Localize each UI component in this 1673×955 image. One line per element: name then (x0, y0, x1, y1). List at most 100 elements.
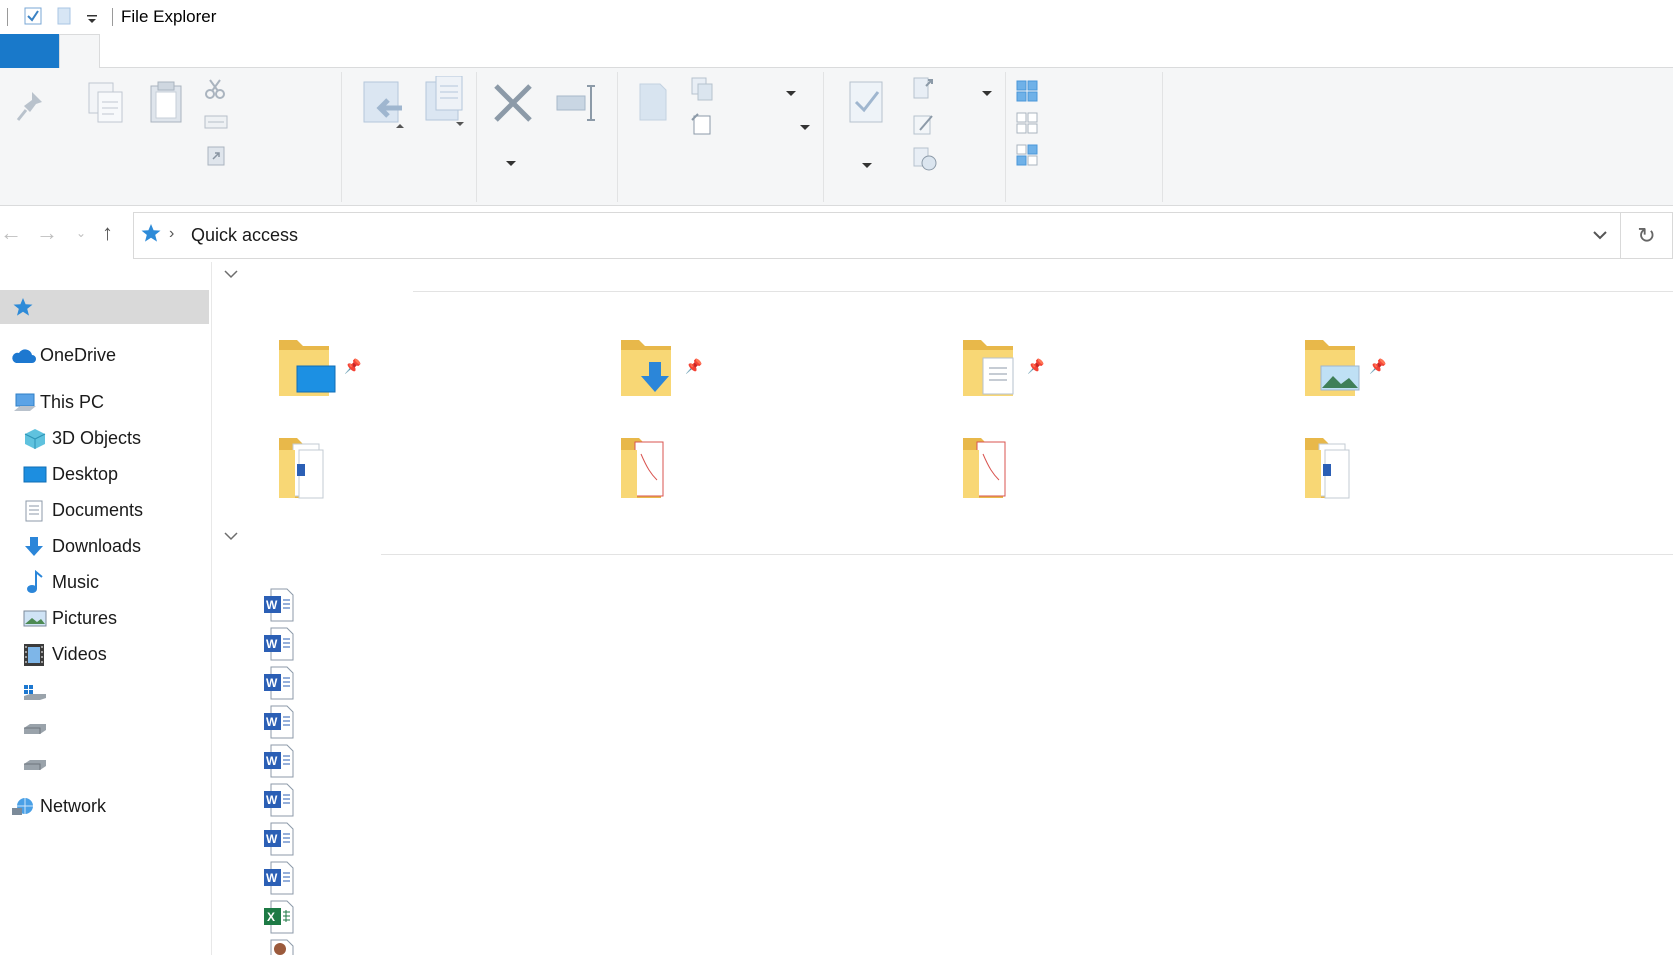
network-icon (11, 796, 35, 823)
folder-tile[interactable] (959, 434, 1039, 514)
svg-text:W: W (266, 598, 278, 612)
recent-locations-chevron-icon[interactable]: ⌄ (76, 226, 86, 240)
list-item[interactable]: W (263, 822, 303, 856)
sidebar-item-network[interactable]: Network (0, 790, 209, 824)
select-all-icon[interactable] (1016, 80, 1038, 107)
up-arrow-icon[interactable]: ↑ (102, 220, 113, 246)
ribbon-separator (617, 72, 618, 202)
svg-text:W: W (266, 715, 278, 729)
folder-tile[interactable] (275, 434, 355, 514)
address-bar[interactable]: › Quick access (133, 212, 1621, 259)
sidebar-item-music[interactable]: Music (0, 566, 209, 600)
folder-tile[interactable] (617, 434, 697, 514)
pin-to-quick-access-icon[interactable] (14, 88, 46, 129)
copy-path-icon[interactable] (204, 114, 228, 135)
sidebar-item-downloads[interactable]: Downloads (0, 530, 209, 564)
delete-icon[interactable] (492, 82, 534, 129)
tab-file[interactable] (0, 34, 59, 68)
open-dropdown-icon[interactable] (982, 84, 992, 102)
word-documents-folder-icon (279, 438, 324, 499)
list-item[interactable]: W (263, 588, 303, 622)
invert-selection-icon[interactable] (1016, 144, 1038, 171)
delete-dropdown-icon[interactable] (506, 154, 516, 172)
word-file-icon: W (264, 705, 294, 739)
sidebar-item-videos[interactable]: Videos (0, 638, 209, 672)
title-bar: File Explorer (0, 0, 1673, 32)
ribbon-separator (823, 72, 824, 202)
sidebar-item-label: Pictures (52, 608, 118, 628)
paste-shortcut-icon[interactable] (206, 144, 226, 171)
ribbon-separator (341, 72, 342, 202)
easy-access-icon[interactable] (690, 112, 714, 141)
new-folder-large-icon[interactable] (636, 80, 670, 131)
documents-icon (24, 500, 44, 527)
folder-tile-desktop[interactable] (275, 332, 355, 412)
refresh-button[interactable]: ↻ (1621, 212, 1673, 259)
sidebar-item-label: OneDrive (40, 345, 117, 365)
paste-icon[interactable] (148, 80, 184, 131)
tab-home[interactable] (59, 34, 100, 69)
sidebar-item-label: Network (40, 796, 107, 816)
edit-icon[interactable] (912, 112, 936, 143)
copy-to-icon[interactable] (424, 75, 470, 139)
quick-access-star-icon (12, 296, 34, 323)
sidebar-item-this-pc[interactable]: This PC (0, 386, 209, 420)
rename-icon[interactable] (555, 82, 599, 129)
folder-tile[interactable] (1301, 434, 1381, 514)
sidebar-item-3d-objects[interactable]: 3D Objects (0, 422, 209, 456)
address-location: Quick access (191, 225, 299, 245)
properties-icon[interactable] (848, 80, 886, 131)
word-file-icon: W (264, 822, 294, 856)
sidebar-item-label: Music (52, 572, 100, 592)
list-item[interactable]: X (263, 900, 303, 934)
sidebar-item-label: Videos (52, 644, 107, 664)
move-to-icon[interactable] (362, 78, 408, 137)
list-item[interactable]: W (263, 744, 303, 778)
properties-check-icon[interactable] (24, 6, 42, 31)
list-item[interactable]: W (263, 783, 303, 817)
list-item[interactable] (263, 939, 303, 955)
customize-qat-dropdown-icon[interactable] (86, 12, 98, 30)
ribbon (0, 68, 1673, 206)
sidebar-item-pictures[interactable]: Pictures (0, 602, 209, 636)
easy-access-dropdown-icon[interactable] (800, 118, 810, 136)
select-none-icon[interactable] (1016, 112, 1038, 139)
ribbon-separator (1005, 72, 1006, 202)
svg-text:X: X (267, 910, 275, 924)
word-documents-folder-icon (1305, 438, 1350, 499)
history-icon[interactable] (912, 146, 938, 177)
sidebar-item-documents[interactable]: Documents (0, 494, 209, 528)
new-folder-icon[interactable] (57, 6, 71, 31)
new-item-dropdown-icon[interactable] (786, 84, 796, 102)
properties-dropdown-icon[interactable] (862, 156, 872, 174)
sidebar-item-quick-access[interactable] (0, 290, 209, 324)
word-file-icon: W (264, 627, 294, 661)
forward-arrow-icon[interactable]: → (36, 220, 58, 246)
sidebar-item-drive[interactable] (0, 712, 209, 746)
copy-icon[interactable] (86, 80, 126, 131)
sidebar-item-label: This PC (40, 392, 105, 412)
collapse-group-chevron-icon[interactable] (223, 266, 239, 284)
word-file-icon: W (264, 666, 294, 700)
new-item-icon[interactable] (690, 76, 714, 107)
word-file-icon: W (264, 744, 294, 778)
list-item[interactable]: W (263, 666, 303, 700)
word-file-icon: W (264, 783, 294, 817)
collapse-group-chevron-icon[interactable] (223, 528, 239, 546)
address-dropdown-icon[interactable] (1592, 227, 1608, 245)
sidebar-item-desktop[interactable]: Desktop (0, 458, 209, 492)
sidebar-item-drive[interactable] (0, 748, 209, 782)
sidebar-item-drive-c[interactable] (0, 676, 209, 710)
list-item[interactable]: W (263, 705, 303, 739)
pinned-icon: 📌 (344, 358, 362, 374)
list-item[interactable]: W (263, 627, 303, 661)
excel-file-icon: X (264, 900, 294, 934)
back-arrow-icon[interactable]: ← (0, 220, 22, 246)
open-icon[interactable] (912, 76, 936, 107)
breadcrumb-chevron-icon[interactable]: › (169, 225, 174, 243)
group-divider (381, 554, 1673, 555)
list-item[interactable]: W (263, 861, 303, 895)
cut-icon[interactable] (204, 78, 226, 105)
sidebar-item-onedrive[interactable]: OneDrive (0, 339, 209, 373)
drive-icon (22, 722, 48, 741)
